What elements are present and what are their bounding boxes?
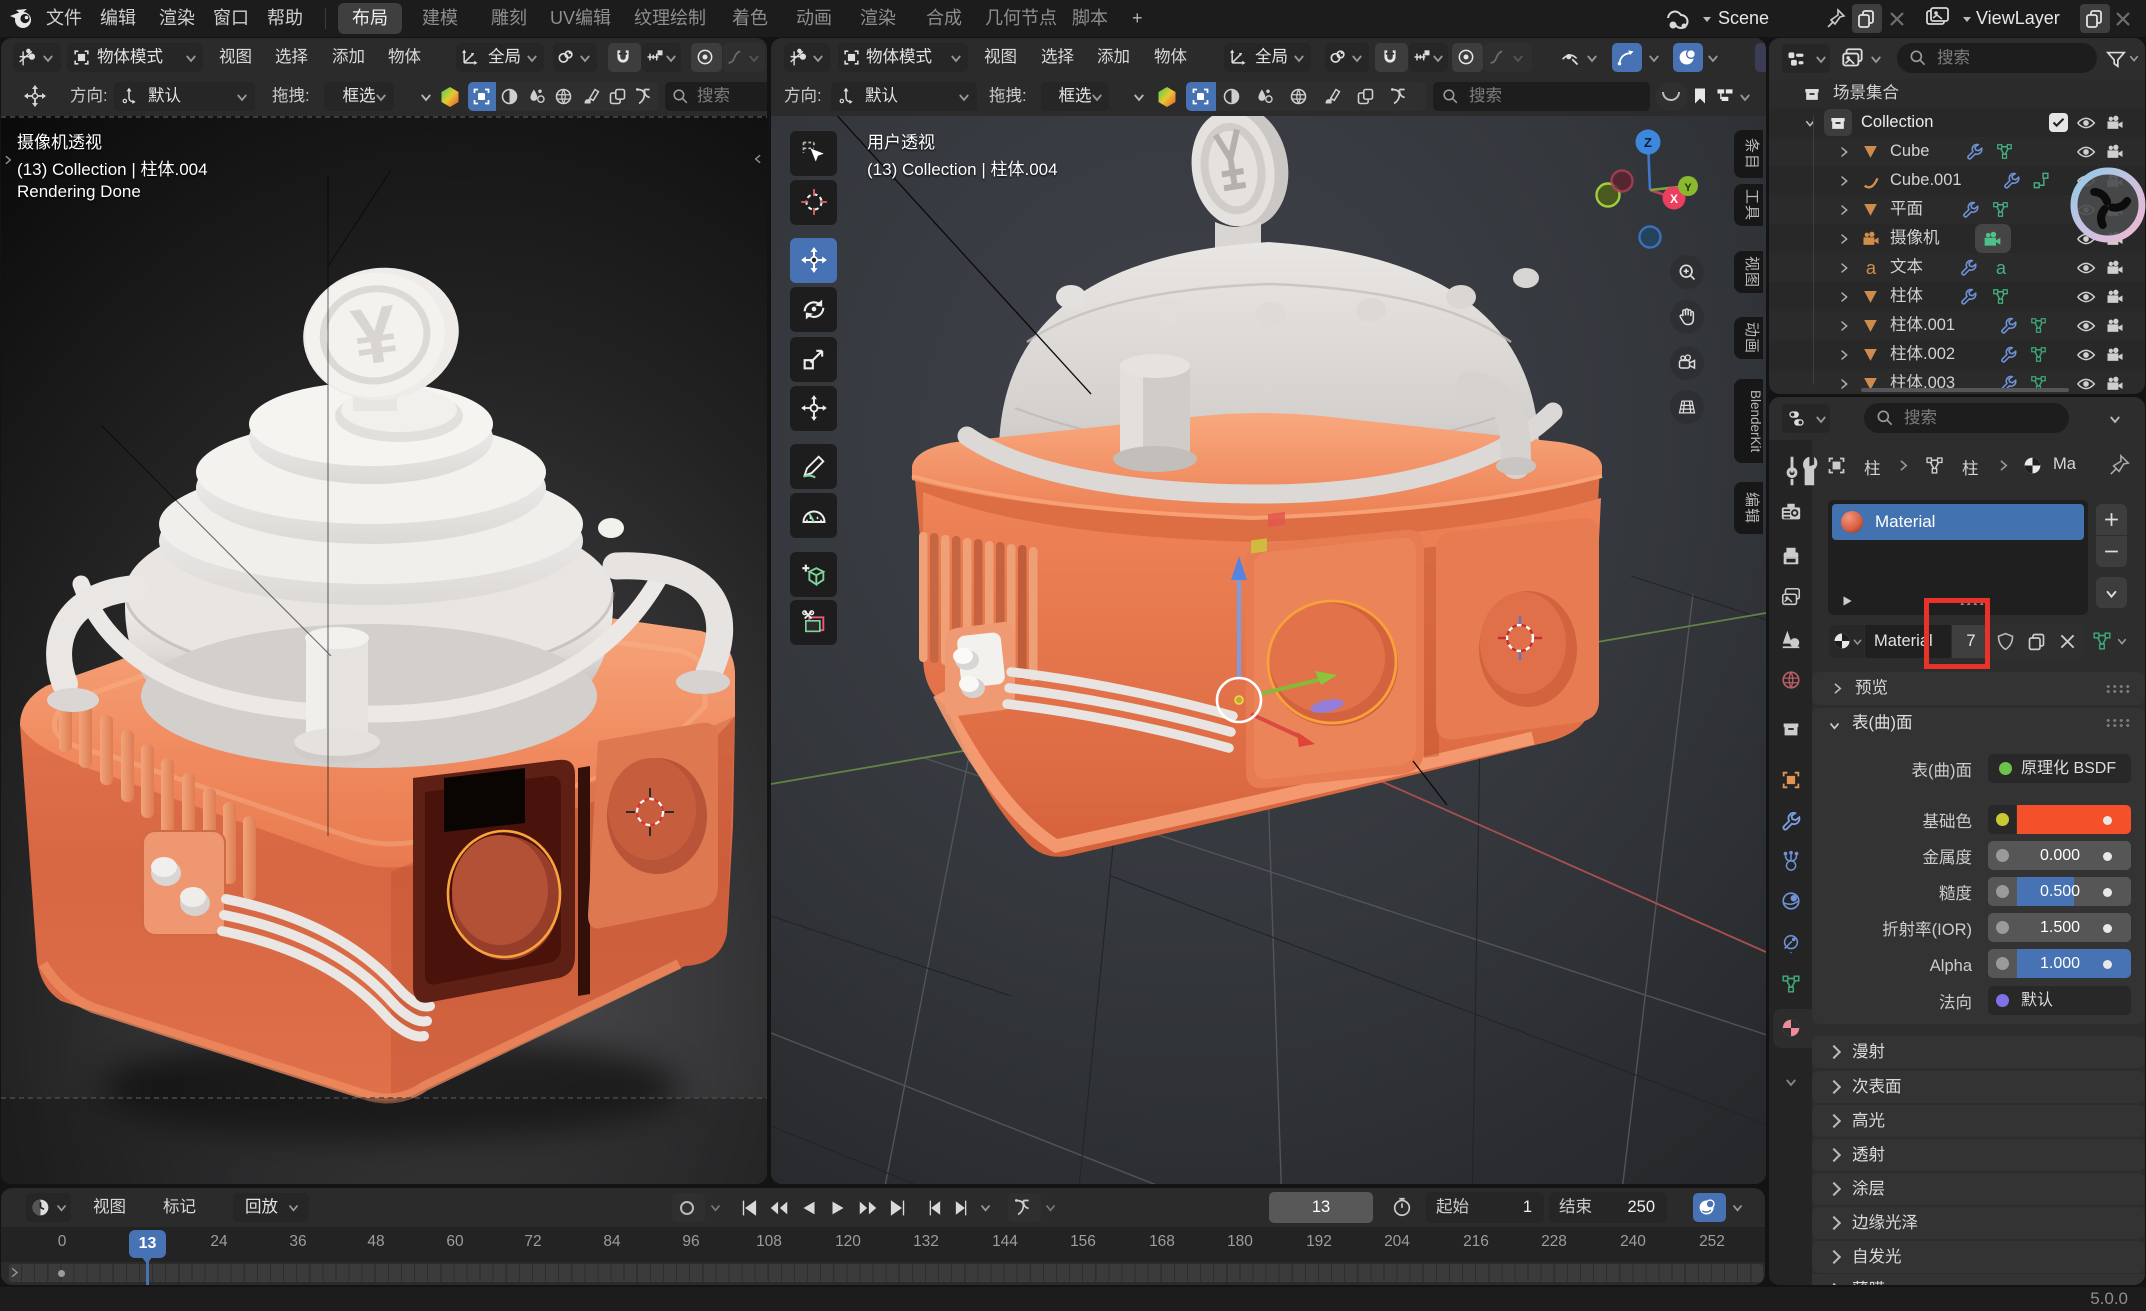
svg-text:Z: Z <box>1644 135 1652 150</box>
svg-text:X: X <box>1670 192 1678 206</box>
svg-text:Y: Y <box>1684 182 1692 194</box>
